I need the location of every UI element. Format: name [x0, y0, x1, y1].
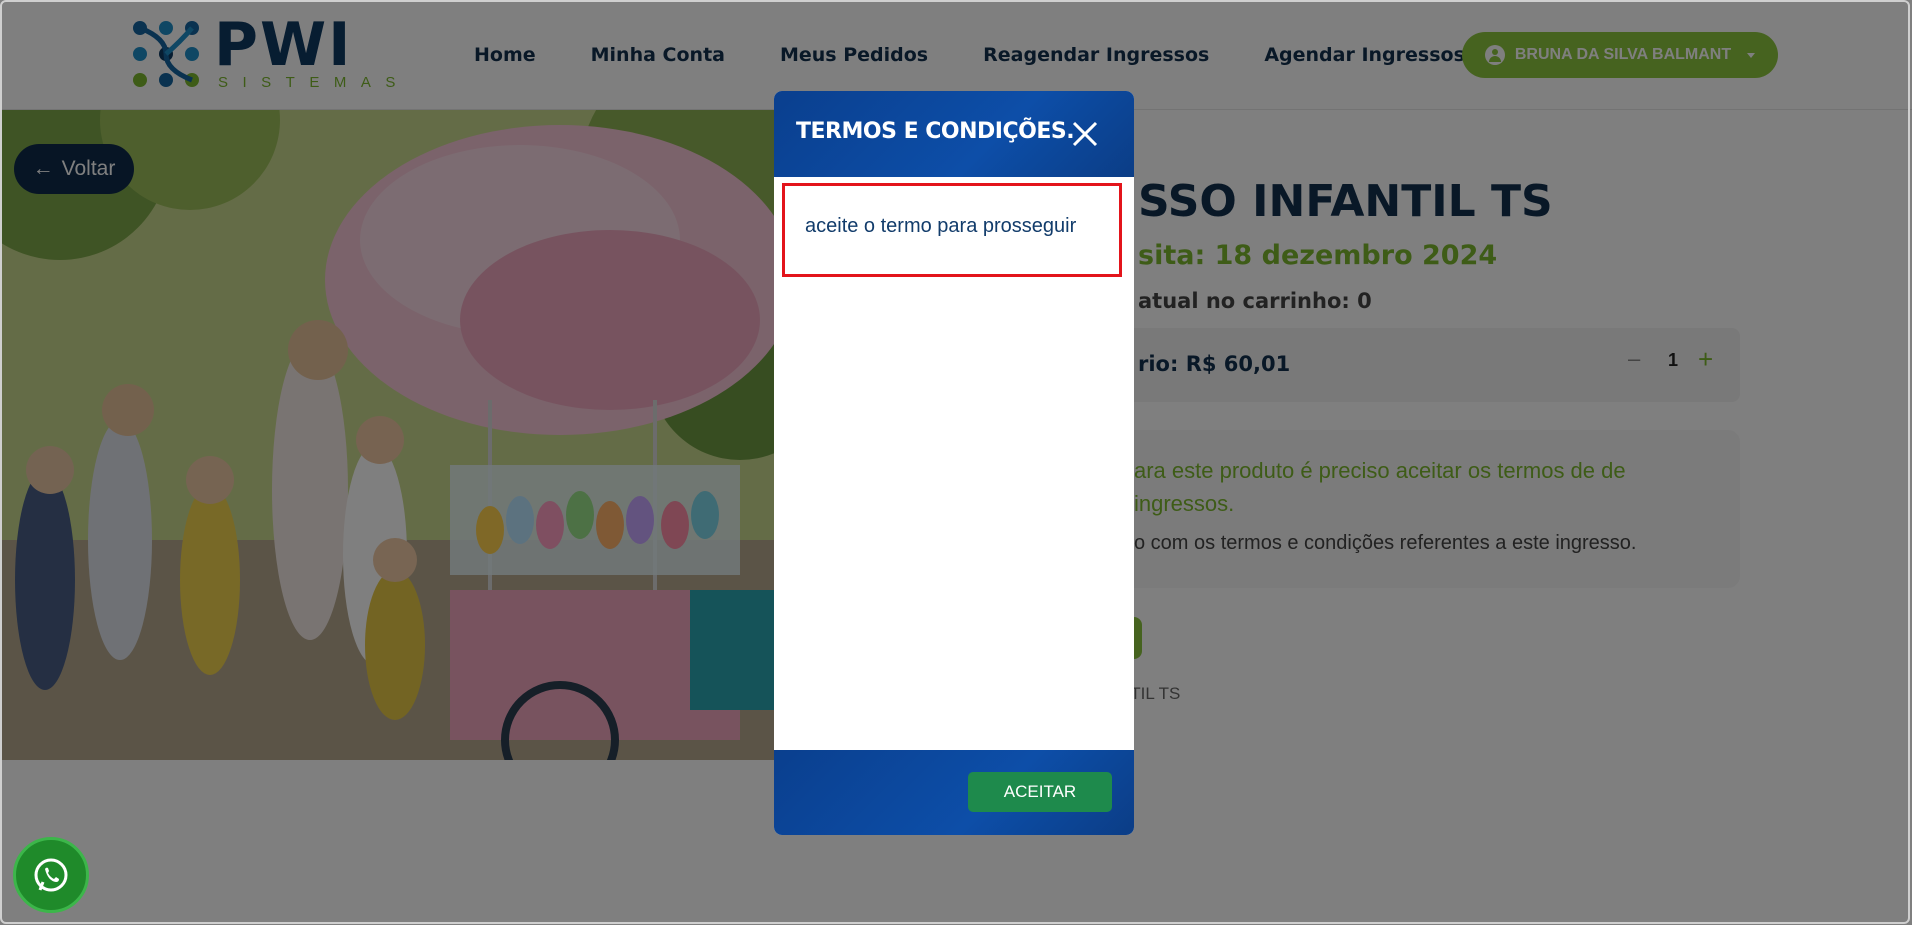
modal-title: TERMOS E CONDIÇÕES.	[796, 119, 1075, 144]
modal-header: TERMOS E CONDIÇÕES.	[774, 91, 1134, 177]
whatsapp-button[interactable]	[13, 837, 89, 913]
term-text: aceite o termo para prosseguir	[805, 215, 1077, 237]
accept-button[interactable]: ACEITAR	[968, 772, 1112, 812]
close-icon[interactable]	[1070, 119, 1100, 149]
terms-modal: TERMOS E CONDIÇÕES. aceite o termo para …	[774, 91, 1134, 835]
modal-footer: ACEITAR	[774, 750, 1134, 835]
page: PWI SISTEMAS Home Minha Conta Meus Pedid…	[0, 0, 1912, 925]
whatsapp-icon	[34, 858, 68, 892]
modal-body	[774, 177, 1134, 750]
